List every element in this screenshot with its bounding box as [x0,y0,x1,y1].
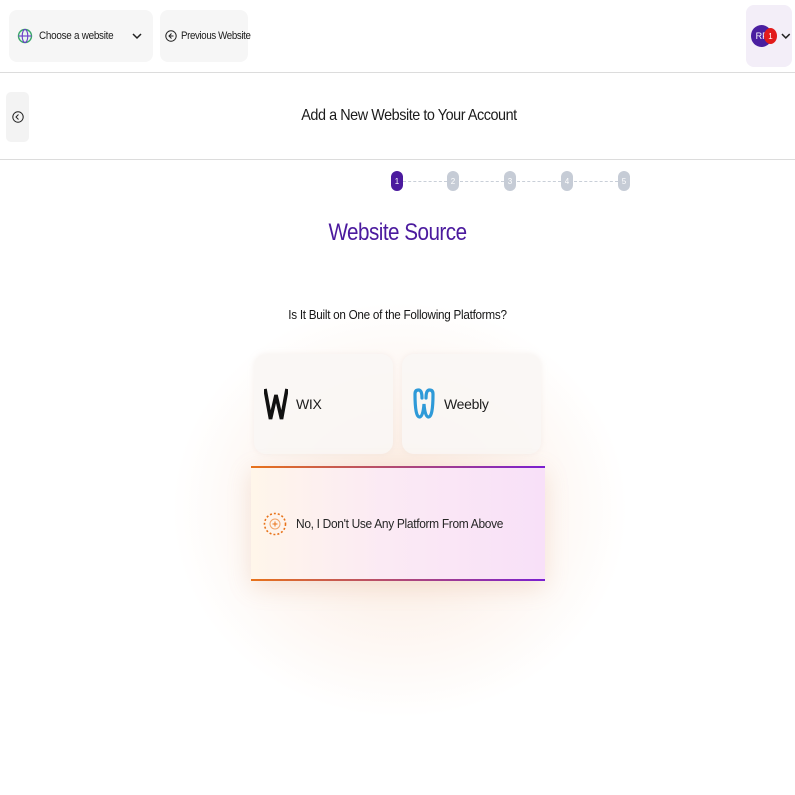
step-connector [574,181,618,182]
step-connector [517,181,561,182]
account-menu[interactable]: RF 1 [746,5,792,67]
step-connector [460,181,504,182]
platform-question: Is It Built on One of the Following Plat… [288,307,507,322]
top-bar: Choose a website Previous Website RF 1 [0,0,795,73]
step-4: 4 [561,171,573,191]
section-title: Website Source [328,219,467,246]
weebly-logo [413,388,435,419]
step-1: 1 [391,171,403,191]
previous-website-label: Previous Website [181,30,251,42]
website-selector[interactable]: Choose a website [9,10,153,62]
notification-badge: 1 [764,28,777,44]
no-platform-option[interactable]: No, I Don't Use Any Platform From Above [251,466,545,581]
previous-website-button[interactable]: Previous Website [160,10,251,62]
step-5: 5 [618,171,630,191]
step-connector [403,181,447,182]
arrow-left-circle-icon [11,111,24,123]
platform-label: WIX [296,396,322,412]
no-platform-label: No, I Don't Use Any Platform From Above [296,516,504,531]
page-title: Add a New Website to Your Account [301,107,517,124]
platform-card-wix[interactable]: WIX [254,354,393,454]
platform-label: Weebly [444,396,489,412]
website-selector-label: Choose a website [39,30,114,42]
page-header: Add a New Website to Your Account [0,74,795,160]
progress-stepper: 1 2 3 4 5 [390,171,635,193]
avatar[interactable]: RF 1 [751,25,777,47]
chevron-down-icon [132,33,142,40]
plus-circle-icon [263,512,287,535]
wix-logo [264,388,288,420]
globe-icon [17,28,33,44]
chevron-down-icon [781,33,791,39]
back-button[interactable] [6,92,29,142]
arrow-left-circle-icon [165,30,177,42]
step-3: 3 [504,171,516,191]
platform-card-weebly[interactable]: Weebly [402,354,541,454]
step-2: 2 [447,171,459,191]
